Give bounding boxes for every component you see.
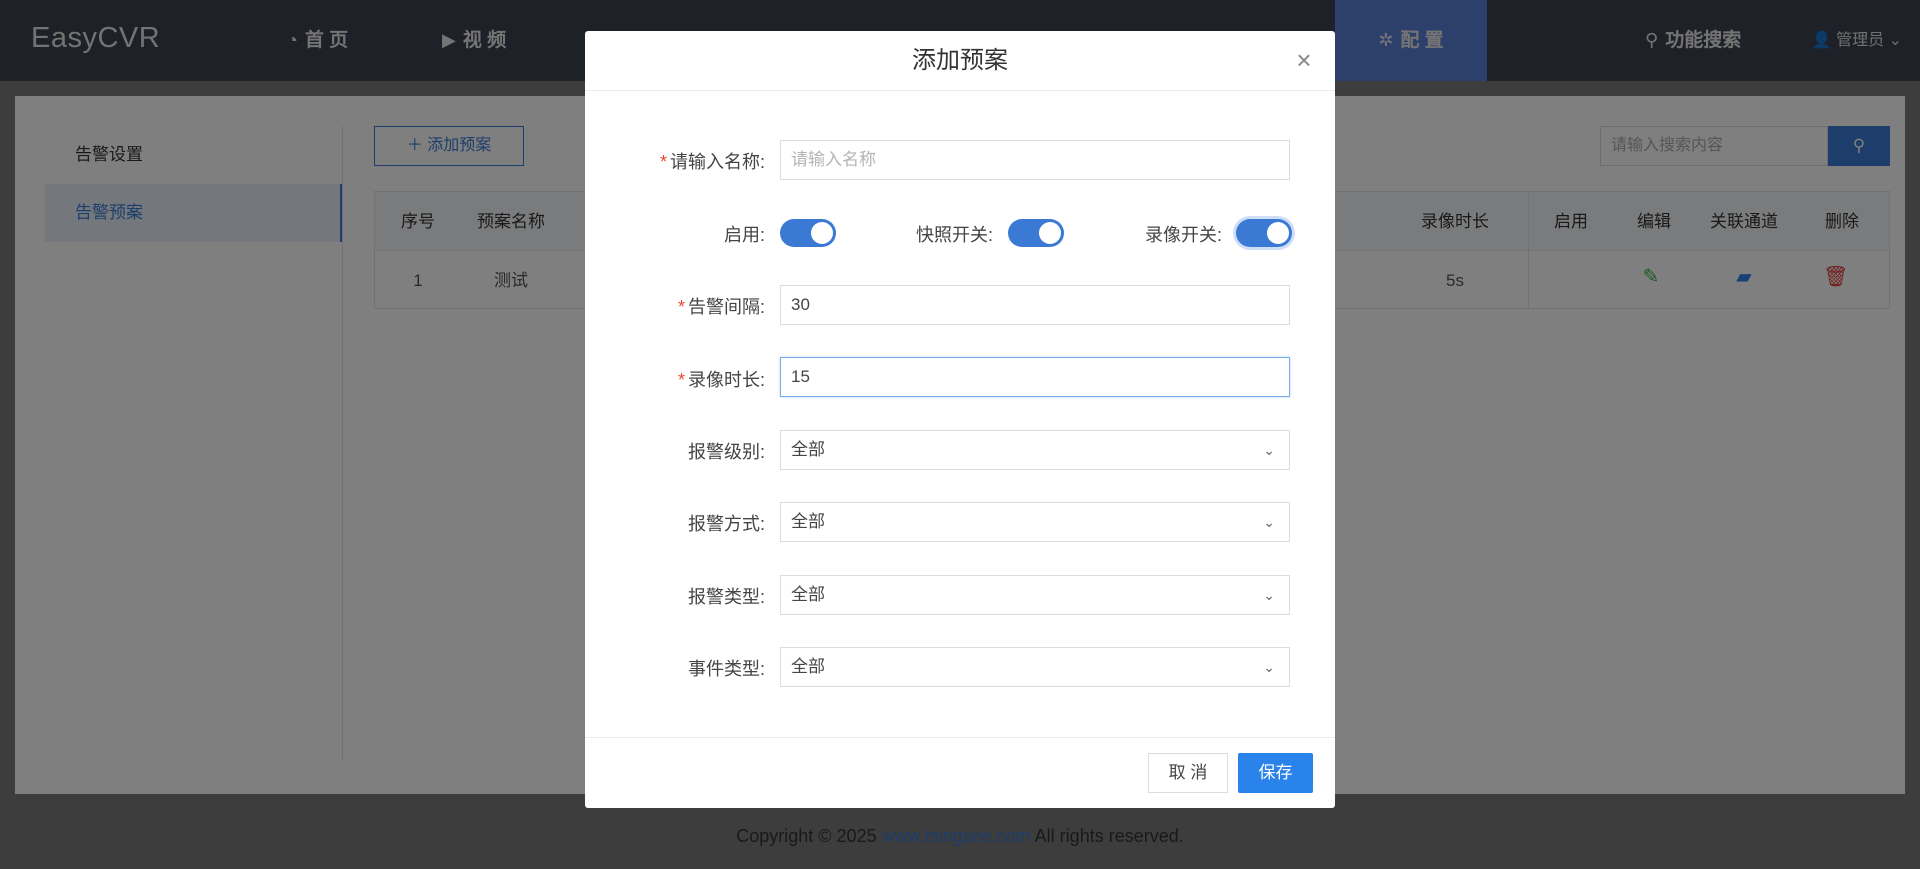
event-select-value: 全部 xyxy=(791,657,825,676)
event-select[interactable]: 全部 ⌄ xyxy=(780,647,1290,687)
cancel-button[interactable]: 取 消 xyxy=(1148,753,1228,793)
close-icon[interactable]: × xyxy=(1291,47,1317,73)
level-select-value: 全部 xyxy=(791,440,825,459)
record-label: 录像开关: xyxy=(1144,225,1222,245)
dialog-header: 添加预案 × xyxy=(585,31,1335,91)
type-select[interactable]: 全部 ⌄ xyxy=(780,575,1290,615)
method-select-value: 全部 xyxy=(791,512,825,531)
name-label-text: 请输入名称: xyxy=(669,152,765,172)
type-label: 报警类型: xyxy=(687,587,765,607)
method-select[interactable]: 全部 ⌄ xyxy=(780,502,1290,542)
dialog-title: 添加预案 xyxy=(912,47,1008,74)
record-toggle[interactable] xyxy=(1236,219,1292,247)
type-select-value: 全部 xyxy=(791,585,825,604)
chevron-down-icon: ⌄ xyxy=(1263,442,1275,458)
required-mark: * xyxy=(677,297,685,317)
required-mark: * xyxy=(677,370,685,390)
dialog-footer-divider xyxy=(585,737,1335,738)
chevron-down-icon: ⌄ xyxy=(1263,514,1275,530)
level-label: 报警级别: xyxy=(687,442,765,462)
chevron-down-icon: ⌄ xyxy=(1263,659,1275,675)
interval-input[interactable]: 30 xyxy=(780,285,1290,325)
name-label: * 请输入名称: xyxy=(660,148,765,174)
interval-label-text: 告警间隔: xyxy=(687,297,765,317)
method-label: 报警方式: xyxy=(687,514,765,534)
snapshot-label: 快照开关: xyxy=(915,225,993,245)
snapshot-toggle[interactable] xyxy=(1008,219,1064,247)
duration-label-text: 录像时长: xyxy=(687,370,765,390)
name-input[interactable]: 请输入名称 xyxy=(780,140,1290,180)
event-label: 事件类型: xyxy=(687,659,765,679)
duration-label: * 录像时长: xyxy=(678,366,765,392)
chevron-down-icon: ⌄ xyxy=(1263,587,1275,603)
enable-toggle[interactable] xyxy=(780,219,836,247)
enable-label: 启用: xyxy=(723,225,765,245)
interval-label: * 告警间隔: xyxy=(678,293,765,319)
required-mark: * xyxy=(659,152,667,172)
level-select[interactable]: 全部 ⌄ xyxy=(780,430,1290,470)
add-plan-dialog: 添加预案 × * 请输入名称: 请输入名称 启用: 快照开关: 录像开关: * 告警… xyxy=(585,31,1335,808)
duration-input[interactable]: 15 xyxy=(780,357,1290,397)
save-button[interactable]: 保存 xyxy=(1238,753,1313,793)
